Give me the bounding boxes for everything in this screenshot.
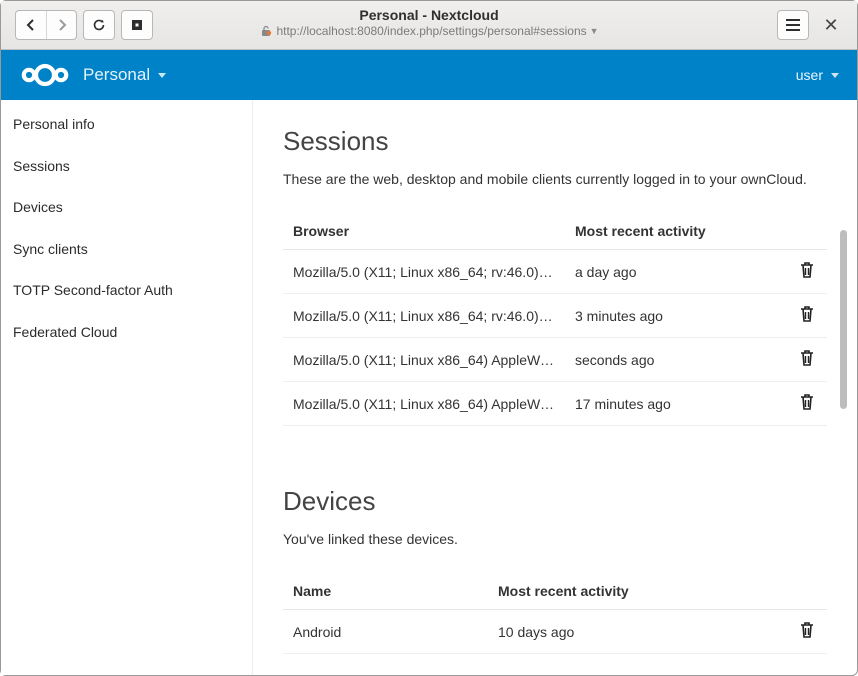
chevron-down-icon (158, 73, 166, 78)
session-activity: a day ago (565, 250, 787, 294)
chrome-right-group: ✕ (777, 10, 857, 40)
sessions-col-activity: Most recent activity (565, 213, 787, 250)
sidebar-item-label: Sync clients (13, 241, 88, 257)
home-group (121, 10, 153, 40)
forward-button[interactable] (46, 11, 76, 39)
header-section-label: Personal (83, 65, 150, 85)
reload-group (83, 10, 115, 40)
window-title: Personal - Nextcloud (169, 7, 689, 23)
devices-col-activity: Most recent activity (488, 573, 787, 610)
sidebar-item-federated-cloud[interactable]: Federated Cloud (1, 312, 252, 354)
table-row: Android 10 days ago (283, 610, 827, 654)
header-section-dropdown[interactable]: Personal (83, 65, 166, 85)
sidebar: Personal info Sessions Devices Sync clie… (1, 100, 253, 675)
devices-col-name: Name (283, 573, 488, 610)
chevron-down-icon (831, 73, 839, 78)
sidebar-item-sync-clients[interactable]: Sync clients (1, 229, 252, 271)
session-activity: 17 minutes ago (565, 382, 787, 426)
table-row: Mozilla/5.0 (X11; Linux x86_64; rv:46.0)… (283, 294, 827, 338)
nav-group (15, 10, 77, 40)
url-row: http://localhost:8080/index.php/settings… (169, 24, 689, 38)
window-close-button[interactable]: ✕ (819, 11, 843, 39)
sessions-heading: Sessions (283, 126, 827, 157)
url-text: http://localhost:8080/index.php/settings… (276, 24, 586, 38)
app-body: Personal info Sessions Devices Sync clie… (1, 100, 857, 675)
sessions-description: These are the web, desktop and mobile cl… (283, 171, 827, 187)
session-browser: Mozilla/5.0 (X11; Linux x86_64) AppleWeb… (283, 382, 565, 426)
session-activity: seconds ago (565, 338, 787, 382)
hamburger-menu-button[interactable] (778, 11, 808, 39)
session-browser: Mozilla/5.0 (X11; Linux x86_64) AppleWeb… (283, 338, 565, 382)
nextcloud-logo-icon[interactable] (15, 59, 75, 91)
devices-heading: Devices (283, 486, 827, 517)
delete-session-button[interactable] (799, 349, 815, 367)
sidebar-item-devices[interactable]: Devices (1, 187, 252, 229)
content-area: Sessions These are the web, desktop and … (253, 100, 857, 675)
sidebar-item-label: Federated Cloud (13, 324, 117, 340)
reload-button[interactable] (84, 11, 114, 39)
browser-chrome: Personal - Nextcloud http://localhost:80… (1, 1, 857, 50)
sidebar-item-personal-info[interactable]: Personal info (1, 104, 252, 146)
delete-session-button[interactable] (799, 261, 815, 279)
session-activity: 3 minutes ago (565, 294, 787, 338)
menu-group (777, 10, 809, 40)
sidebar-item-totp[interactable]: TOTP Second-factor Auth (1, 270, 252, 312)
sidebar-item-label: Personal info (13, 116, 95, 132)
device-name: Android (283, 610, 488, 654)
home-button[interactable] (122, 11, 152, 39)
devices-col-actions (787, 573, 827, 610)
delete-session-button[interactable] (799, 305, 815, 323)
devices-description: You've linked these devices. (283, 531, 827, 547)
scrollbar-thumb[interactable] (840, 230, 847, 409)
url-dropdown-icon[interactable]: ▼ (590, 26, 599, 36)
app-header: Personal user (1, 50, 857, 100)
devices-table: Name Most recent activity Android 10 day… (283, 573, 827, 654)
delete-device-button[interactable] (799, 621, 815, 639)
sidebar-item-label: TOTP Second-factor Auth (13, 282, 173, 298)
chrome-nav-group (1, 10, 153, 40)
user-label: user (796, 67, 823, 83)
delete-session-button[interactable] (799, 393, 815, 411)
table-row: Mozilla/5.0 (X11; Linux x86_64) AppleWeb… (283, 382, 827, 426)
sidebar-item-label: Sessions (13, 158, 70, 174)
session-browser: Mozilla/5.0 (X11; Linux x86_64; rv:46.0)… (283, 250, 565, 294)
sessions-col-browser: Browser (283, 213, 565, 250)
table-row: Mozilla/5.0 (X11; Linux x86_64) AppleWeb… (283, 338, 827, 382)
device-activity: 10 days ago (488, 610, 787, 654)
user-menu[interactable]: user (796, 67, 839, 83)
session-browser: Mozilla/5.0 (X11; Linux x86_64; rv:46.0)… (283, 294, 565, 338)
insecure-lock-icon (259, 24, 273, 38)
sidebar-item-sessions[interactable]: Sessions (1, 146, 252, 188)
chrome-title-area: Personal - Nextcloud http://localhost:80… (169, 7, 689, 38)
back-button[interactable] (16, 11, 46, 39)
table-row: Mozilla/5.0 (X11; Linux x86_64; rv:46.0)… (283, 250, 827, 294)
sessions-table: Browser Most recent activity Mozilla/5.0… (283, 213, 827, 426)
sessions-col-actions (787, 213, 827, 250)
sidebar-item-label: Devices (13, 199, 63, 215)
